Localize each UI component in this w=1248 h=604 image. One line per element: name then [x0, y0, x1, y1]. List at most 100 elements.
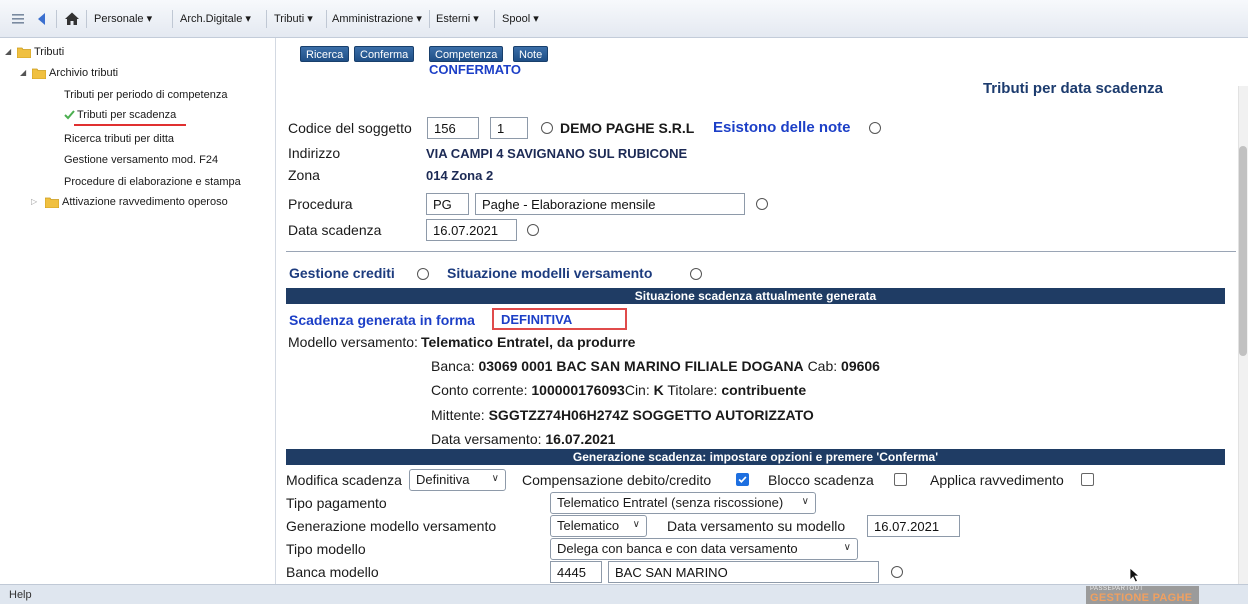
conferma-button[interactable]: Conferma — [354, 46, 415, 62]
modifica-scadenza-select[interactable]: Definitiva ∨ — [409, 469, 506, 491]
expanded-triangle-icon[interactable]: ◢ — [20, 68, 26, 77]
folder-icon — [45, 197, 59, 208]
codice-soggetto-sub-input[interactable] — [490, 117, 528, 139]
folder-icon — [32, 68, 46, 79]
menu-separator — [429, 10, 430, 28]
situazione-modelli-radio[interactable] — [690, 268, 702, 280]
tipo-pagamento-value: Telematico Entratel (senza riscossione) — [557, 495, 784, 510]
titolare-label: Titolare: — [667, 382, 718, 398]
menu-amministrazione[interactable]: Amministrazione ▾ — [332, 12, 422, 25]
tipo-pagamento-label: Tipo pagamento — [286, 495, 387, 511]
banca-modello-code-input[interactable] — [550, 561, 602, 583]
home-icon[interactable] — [64, 11, 80, 27]
conto-value: 100000176093 — [531, 382, 625, 398]
procedura-code-input[interactable] — [426, 193, 469, 215]
cin-label: Cin: — [624, 382, 650, 398]
gestione-crediti-radio[interactable] — [417, 268, 429, 280]
blocco-scadenza-label: Blocco scadenza — [768, 472, 874, 488]
codice-soggetto-input[interactable] — [427, 117, 479, 139]
note-button[interactable]: Note — [513, 46, 549, 62]
banca-value: 03069 0001 BAC SAN MARINO FILIALE DOGANA — [478, 358, 804, 374]
generazione-modello-value: Telematico — [557, 518, 620, 533]
mittente-row: Mittente: SGGTZZ74H06H274Z SOGGETTO AUTO… — [431, 407, 814, 423]
menu-separator — [56, 10, 57, 28]
menu-spool[interactable]: Spool ▾ — [502, 12, 539, 25]
modello-versamento-label: Modello versamento: — [288, 334, 418, 350]
chevron-down-icon: ∨ — [491, 473, 499, 484]
data-scadenza-label: Data scadenza — [288, 222, 382, 238]
tree-item-procedure-stampa[interactable]: Procedure di elaborazione e stampa — [64, 176, 241, 188]
banca-modello-name-input[interactable] — [608, 561, 879, 583]
tree-root-tributi[interactable]: Tributi — [34, 46, 64, 58]
collapsed-triangle-icon[interactable]: ▷ — [31, 197, 37, 206]
data-scadenza-radio[interactable] — [527, 224, 539, 236]
tree-item-tributi-scadenza[interactable]: Tributi per scadenza — [77, 109, 176, 121]
menu-separator — [266, 10, 267, 28]
menu-personale[interactable]: Personale ▾ — [94, 12, 152, 25]
codice-soggetto-label: Codice del soggetto — [288, 120, 412, 136]
competenza-button[interactable]: Competenza — [429, 46, 504, 62]
page-title: Tributi per data scadenza — [982, 80, 1163, 97]
content-toolbar: Ricerca Conferma Competenza Note CONFERM… — [277, 38, 1248, 78]
status-bar: Help PASSEPARTOUT GESTIONE PAGHE — [0, 584, 1248, 604]
data-versamento-label: Data versamento: — [431, 431, 542, 447]
chevron-down-icon: ∨ — [801, 496, 809, 507]
soggetto-radio[interactable] — [541, 122, 553, 134]
tipo-pagamento-select[interactable]: Telematico Entratel (senza riscossione) … — [550, 492, 816, 514]
company-name: DEMO PAGHE S.R.L — [560, 120, 695, 136]
menu-esterni[interactable]: Esterni ▾ — [436, 12, 479, 25]
menu-tributi[interactable]: Tributi ▾ — [274, 12, 313, 25]
top-menubar: Personale ▾ Arch.Digitale ▾ Tributi ▾ Am… — [0, 0, 1248, 38]
compensazione-checkbox[interactable] — [736, 473, 749, 486]
procedura-desc-input[interactable] — [475, 193, 745, 215]
generazione-modello-select[interactable]: Telematico ∨ — [550, 515, 647, 537]
tree-item-versamento-f24[interactable]: Gestione versamento mod. F24 — [64, 154, 218, 166]
data-scadenza-input[interactable] — [426, 219, 517, 241]
chevron-down-icon: ∨ — [632, 519, 640, 530]
banca-modello-radio[interactable] — [891, 566, 903, 578]
compensazione-label: Compensazione debito/credito — [522, 472, 712, 488]
ricerca-button[interactable]: Ricerca — [300, 46, 350, 62]
expanded-triangle-icon[interactable]: ◢ — [5, 47, 11, 56]
gestione-crediti-link[interactable]: Gestione crediti — [289, 265, 395, 281]
scrollbar[interactable] — [1238, 86, 1248, 584]
generazione-band: Generazione scadenza: impostare opzioni … — [286, 449, 1225, 465]
mittente-value: SGGTZZ74H06H274Z SOGGETTO AUTORIZZATO — [488, 407, 814, 423]
zona-label: Zona — [288, 167, 320, 183]
navigation-tree: ◢ Tributi ◢ Archivio tributi Tributi per… — [0, 38, 276, 584]
situazione-band: Situazione scadenza attualmente generata — [286, 288, 1225, 304]
list-icon[interactable] — [10, 11, 26, 27]
indirizzo-value: VIA CAMPI 4 SAVIGNANO SUL RUBICONE — [426, 146, 688, 161]
tipo-modello-select[interactable]: Delega con banca e con data versamento ∨ — [550, 538, 858, 560]
help-label[interactable]: Help — [9, 589, 32, 601]
tree-item-periodo-competenza[interactable]: Tributi per periodo di competenza — [64, 89, 227, 101]
tree-item-ravvedimento[interactable]: Attivazione ravvedimento operoso — [62, 196, 228, 208]
data-versamento-modello-input[interactable] — [867, 515, 960, 537]
data-versamento-modello-label: Data versamento su modello — [667, 518, 846, 534]
tree-archivio-tributi[interactable]: Archivio tributi — [49, 67, 118, 79]
applica-ravvedimento-checkbox[interactable] — [1081, 473, 1094, 486]
back-arrow-icon[interactable] — [34, 11, 50, 27]
notes-radio[interactable] — [869, 122, 881, 134]
menu-arch-digitale[interactable]: Arch.Digitale ▾ — [180, 12, 251, 25]
gestione-paghe-logo: PASSEPARTOUT GESTIONE PAGHE — [1086, 586, 1199, 604]
menu-separator — [86, 10, 87, 28]
record-state: CONFERMATO — [429, 62, 521, 77]
banca-row: Banca: 03069 0001 BAC SAN MARINO FILIALE… — [431, 358, 880, 374]
tree-item-ricerca-ditta[interactable]: Ricerca tributi per ditta — [64, 133, 174, 145]
cab-value: 09606 — [841, 358, 880, 374]
logo-line2: GESTIONE PAGHE — [1090, 592, 1193, 604]
situazione-modelli-link[interactable]: Situazione modelli versamento — [447, 265, 652, 281]
section-divider — [286, 251, 1236, 252]
mittente-label: Mittente: — [431, 407, 485, 423]
notes-link[interactable]: Esistono delle note — [713, 119, 851, 136]
blocco-scadenza-checkbox[interactable] — [894, 473, 907, 486]
applica-ravvedimento-label: Applica ravvedimento — [930, 472, 1064, 488]
procedura-radio[interactable] — [756, 198, 768, 210]
chevron-down-icon: ∨ — [843, 542, 851, 553]
checkmark-icon — [64, 110, 75, 120]
mouse-cursor-icon — [1129, 567, 1141, 583]
selection-underline — [74, 124, 186, 126]
main-content: Ricerca Conferma Competenza Note CONFERM… — [277, 38, 1248, 584]
scrollbar-thumb[interactable] — [1239, 146, 1247, 356]
